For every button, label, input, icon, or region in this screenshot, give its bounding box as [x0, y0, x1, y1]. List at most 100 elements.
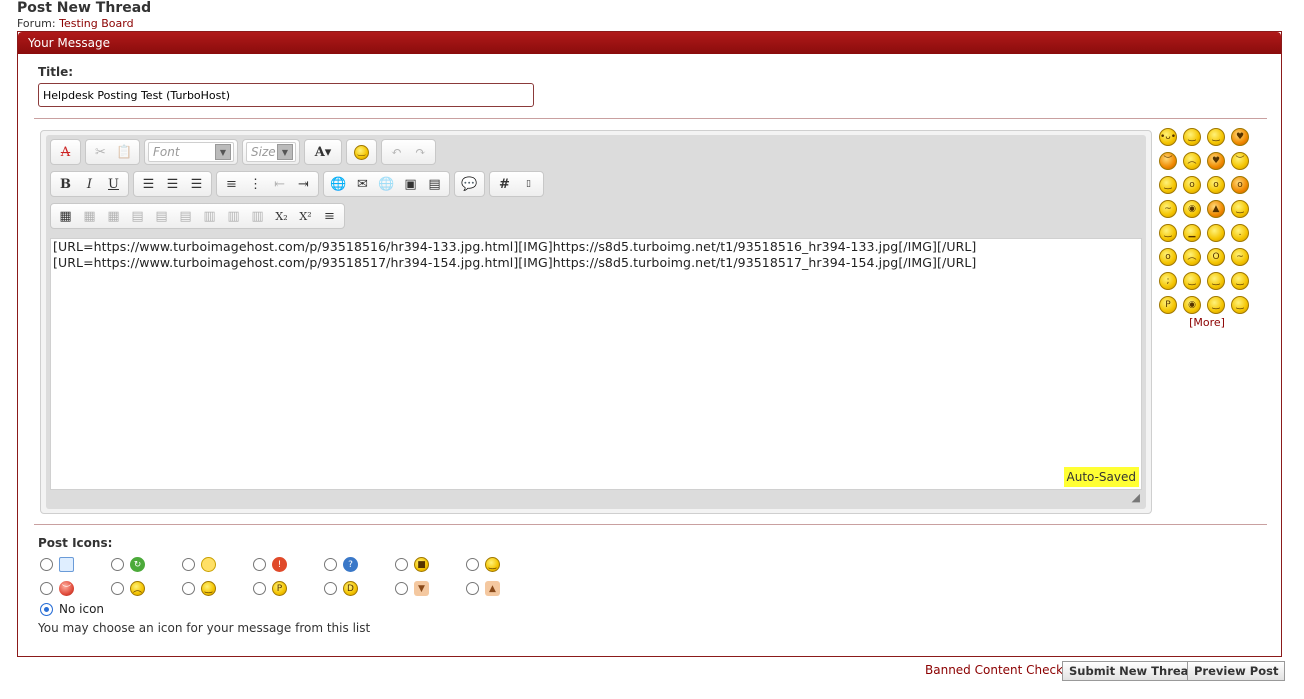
- post-icon-option[interactable]: [182, 556, 253, 573]
- table-icon[interactable]: ▦: [54, 205, 77, 227]
- smiley-icon[interactable]: •ᴗ•: [1159, 128, 1177, 146]
- font-select[interactable]: Font ▼: [148, 142, 234, 162]
- radio-button[interactable]: [40, 582, 53, 595]
- cut-icon[interactable]: ✂: [89, 141, 112, 163]
- unlink-icon[interactable]: 🌐: [375, 173, 398, 195]
- forum-link[interactable]: Testing Board: [59, 17, 134, 30]
- ordered-list-icon[interactable]: ≡: [220, 173, 243, 195]
- post-icon-option[interactable]: !: [253, 556, 324, 573]
- post-icon-option[interactable]: ■: [395, 556, 466, 573]
- smiley-icon[interactable]: ‿: [1231, 200, 1249, 218]
- align-right-icon[interactable]: ☰: [185, 173, 208, 195]
- smiley-icon[interactable]: ◉: [1183, 200, 1201, 218]
- indent-icon[interactable]: ⇥: [292, 173, 315, 195]
- table-row-icon[interactable]: ▦: [78, 205, 101, 227]
- horizontal-rule-icon[interactable]: ≡: [318, 205, 341, 227]
- radio-button[interactable]: [253, 558, 266, 571]
- image-icon[interactable]: ▣: [399, 173, 422, 195]
- smiley-icon[interactable]: ︵: [1183, 152, 1201, 170]
- post-icon-option[interactable]: ▲: [466, 580, 537, 597]
- smiley-icon[interactable]: .: [1231, 224, 1249, 242]
- more-smilies-link[interactable]: [More]: [1159, 316, 1255, 329]
- no-icon-option[interactable]: No icon: [40, 602, 104, 616]
- paste-icon[interactable]: 📋: [113, 141, 136, 163]
- smiley-icon[interactable]: ‿: [1183, 128, 1201, 146]
- post-icon-option[interactable]: P: [253, 580, 324, 597]
- smiley-icon[interactable]: ‿: [1159, 176, 1177, 194]
- preview-post-button[interactable]: Preview Post: [1187, 661, 1286, 681]
- post-icon-option[interactable]: ‿: [466, 556, 537, 573]
- link-icon[interactable]: 🌐: [327, 173, 350, 195]
- smiley-icon[interactable]: ‿: [1159, 224, 1177, 242]
- remove-format-icon[interactable]: A: [54, 141, 77, 163]
- subscript-icon[interactable]: X₂: [270, 205, 293, 227]
- smiley-icon[interactable]: ♥: [1231, 128, 1249, 146]
- unordered-list-icon[interactable]: ⋮: [244, 173, 267, 195]
- post-icon-option[interactable]: [40, 556, 111, 573]
- radio-button-selected[interactable]: [40, 602, 53, 616]
- smiley-icon[interactable]: ‿: [1183, 272, 1201, 290]
- italic-icon[interactable]: I: [78, 173, 101, 195]
- smiley-icon[interactable]: o: [1159, 248, 1177, 266]
- underline-icon[interactable]: U: [102, 173, 125, 195]
- smiley-icon[interactable]: ︵: [1183, 248, 1201, 266]
- smiley-icon[interactable]: ;: [1159, 272, 1177, 290]
- outdent-icon[interactable]: ⇤: [268, 173, 291, 195]
- radio-button[interactable]: [182, 558, 195, 571]
- smiley-icon[interactable]: ‿: [1207, 272, 1225, 290]
- code-icon[interactable]: #: [493, 173, 516, 195]
- delete-col-icon[interactable]: ▥: [246, 205, 269, 227]
- superscript-icon[interactable]: X²: [294, 205, 317, 227]
- smiley-icon[interactable]: ◉: [1183, 296, 1201, 314]
- smiley-icon[interactable]: ‿: [1231, 296, 1249, 314]
- submit-new-thread-button[interactable]: Submit New Thread: [1062, 661, 1204, 681]
- size-select[interactable]: Size ▼: [246, 142, 296, 162]
- undo-icon[interactable]: ↶: [385, 141, 408, 163]
- redo-icon[interactable]: ↷: [409, 141, 432, 163]
- quote-icon[interactable]: 💬: [458, 173, 481, 195]
- smiley-icon[interactable]: o: [1231, 176, 1249, 194]
- smiley-icon[interactable]: ▁: [1183, 224, 1201, 242]
- post-icon-option[interactable]: ‿: [182, 580, 253, 597]
- message-textarea[interactable]: [URL=https://www.turboimagehost.com/p/93…: [50, 238, 1142, 490]
- insert-col-left-icon[interactable]: ▥: [198, 205, 221, 227]
- insert-row-below-icon[interactable]: ▤: [150, 205, 173, 227]
- post-icon-option[interactable]: ?: [324, 556, 395, 573]
- smiley-icon[interactable]: ‿: [1207, 296, 1225, 314]
- delete-row-icon[interactable]: ▤: [174, 205, 197, 227]
- php-icon[interactable]: ▯: [517, 173, 540, 195]
- smiley-icon[interactable]: ▲: [1207, 200, 1225, 218]
- text-color-icon[interactable]: A▾: [308, 141, 338, 163]
- smiley-icon[interactable]: ♥: [1207, 152, 1225, 170]
- post-icon-option[interactable]: ︵: [111, 580, 182, 597]
- post-icon-option[interactable]: ▼: [395, 580, 466, 597]
- smiley-icon[interactable]: O: [1207, 248, 1225, 266]
- smiley-insert-icon[interactable]: ‿: [350, 141, 373, 163]
- radio-button[interactable]: [466, 558, 479, 571]
- resize-grip-icon[interactable]: ◢: [1132, 491, 1140, 504]
- radio-button[interactable]: [466, 582, 479, 595]
- video-icon[interactable]: ▤: [423, 173, 446, 195]
- smiley-icon[interactable]: ‿: [1207, 128, 1225, 146]
- post-icon-option[interactable]: ↻: [111, 556, 182, 573]
- smiley-icon[interactable]: P: [1159, 296, 1177, 314]
- radio-button[interactable]: [395, 558, 408, 571]
- smiley-icon[interactable]: ~: [1159, 200, 1177, 218]
- smiley-icon[interactable]: ︶: [1231, 152, 1249, 170]
- smiley-icon[interactable]: o: [1183, 176, 1201, 194]
- radio-button[interactable]: [253, 582, 266, 595]
- insert-col-right-icon[interactable]: ▥: [222, 205, 245, 227]
- radio-button[interactable]: [324, 582, 337, 595]
- banned-content-check-link[interactable]: Banned Content Check: [925, 663, 1063, 677]
- email-icon[interactable]: ✉: [351, 173, 374, 195]
- post-icon-option[interactable]: ︶: [40, 580, 111, 597]
- insert-row-above-icon[interactable]: ▤: [126, 205, 149, 227]
- smiley-icon[interactable]: ︶: [1159, 152, 1177, 170]
- radio-button[interactable]: [111, 582, 124, 595]
- radio-button[interactable]: [324, 558, 337, 571]
- post-icon-option[interactable]: D: [324, 580, 395, 597]
- smiley-icon[interactable]: ~: [1231, 248, 1249, 266]
- radio-button[interactable]: [111, 558, 124, 571]
- align-left-icon[interactable]: ☰: [137, 173, 160, 195]
- radio-button[interactable]: [182, 582, 195, 595]
